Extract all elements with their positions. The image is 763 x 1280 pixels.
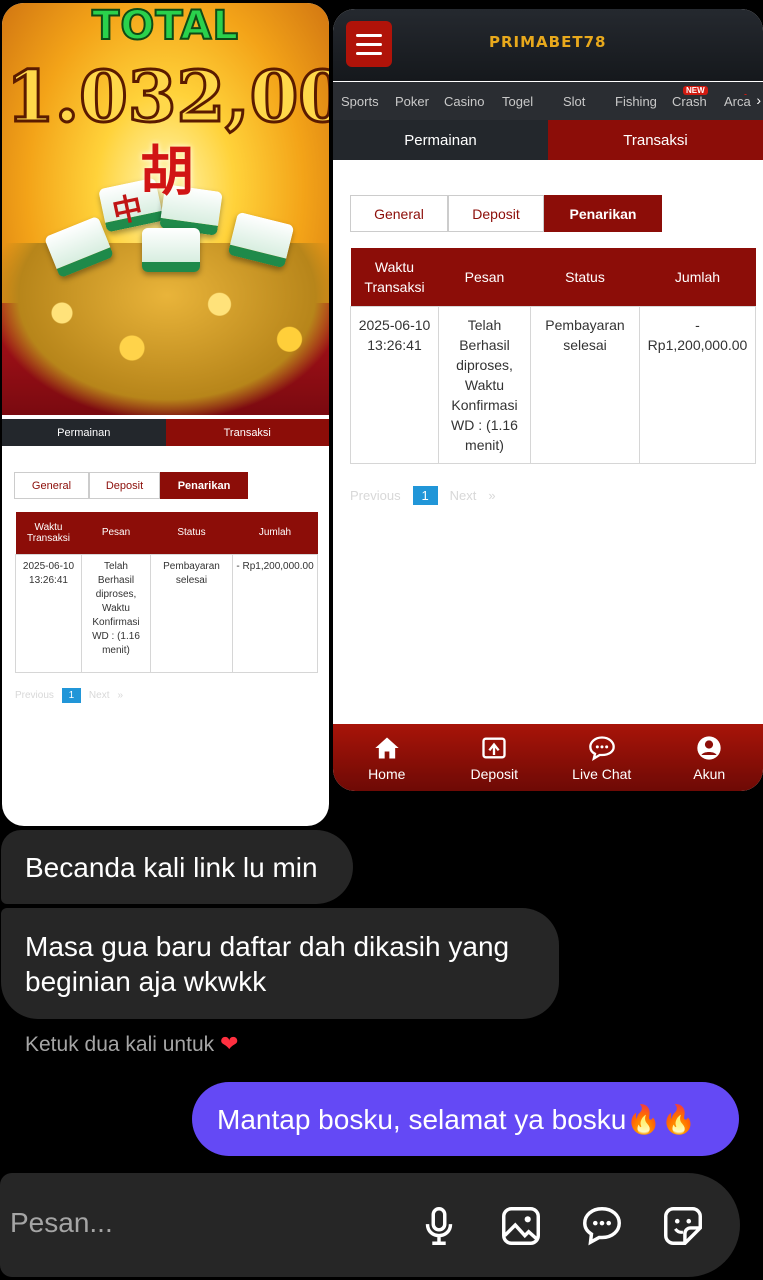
header-pesan: Pesan <box>438 248 531 306</box>
shared-image-left[interactable]: 中 胡 TOTAL 1.032,00 Permainan Transaksi G… <box>2 3 329 826</box>
nav-deposit-button[interactable]: Deposit <box>441 724 549 791</box>
nav-livechat-label: Live Chat <box>572 765 632 782</box>
cell-status: Pembayaran selesai <box>150 553 233 673</box>
site-header: PRIMABET78 <box>333 9 763 81</box>
hamburger-menu-icon[interactable] <box>346 21 392 67</box>
received-message[interactable]: Masa gua baru daftar dah dikasih yang be… <box>1 908 559 1019</box>
cell-waktu: 2025-06-10 13:26:41 <box>350 305 439 464</box>
heart-icon: ❤ <box>219 1031 239 1056</box>
transaction-subtabs: General Deposit Penarikan <box>350 195 662 232</box>
game-category-nav: Sports Poker Casino Togel Slot Fishing N… <box>333 82 763 120</box>
gallery-icon[interactable] <box>498 1203 544 1249</box>
nav-poker[interactable]: Poker <box>395 94 429 109</box>
cell-status: Pembayaran selesai <box>530 305 640 464</box>
transaction-subtabs: General Deposit Penarikan <box>14 472 248 499</box>
pagination-previous[interactable]: Previous <box>350 488 401 503</box>
cell-pesan: Telah Berhasil diproses, Waktu Konfirmas… <box>81 553 151 673</box>
subtab-deposit[interactable]: Deposit <box>89 472 160 499</box>
nav-deposit-label: Deposit <box>470 765 518 782</box>
table-header-row: Waktu Transaksi Pesan Status Jumlah <box>15 512 318 554</box>
promo-total-label: TOTAL <box>91 3 239 50</box>
subtab-penarikan[interactable]: Penarikan <box>544 195 662 232</box>
nav-livechat-button[interactable]: Live Chat <box>548 724 656 791</box>
header-waktu: Waktu Transaksi <box>15 512 82 554</box>
cell-pesan: Telah Berhasil diproses, Waktu Konfirmas… <box>438 305 531 464</box>
nav-home-label: Home <box>368 765 406 782</box>
nav-togel[interactable]: Togel <box>502 94 533 109</box>
message-text: Mantap bosku, selamat ya bosku🔥🔥 <box>217 1103 697 1135</box>
message-composer[interactable]: Pesan... <box>0 1173 740 1277</box>
microphone-icon[interactable] <box>416 1203 462 1249</box>
nav-account-label: Akun <box>693 765 726 782</box>
scroll-right-icon[interactable]: › <box>756 92 761 108</box>
header-jumlah: Jumlah <box>232 512 318 554</box>
nav-crash-label: Crash <box>672 94 707 109</box>
sent-message[interactable]: Mantap bosku, selamat ya bosku🔥🔥 <box>192 1082 739 1156</box>
brand-logo: PRIMABET78 <box>489 33 607 51</box>
nav-crash[interactable]: NEW Crash <box>672 86 708 109</box>
pagination-next[interactable]: Next <box>450 488 477 503</box>
message-input[interactable]: Pesan... <box>10 1207 113 1239</box>
received-message[interactable]: Becanda kali link lu min <box>1 830 353 904</box>
nav-sports[interactable]: Sports <box>341 94 379 109</box>
header-pesan: Pesan <box>81 512 151 554</box>
nav-arcade-label: Arca <box>724 94 751 109</box>
header-status: Status <box>150 512 233 554</box>
table-row: 2025-06-10 13:26:41 Telah Berhasil dipro… <box>350 305 756 464</box>
shared-image-right[interactable]: PRIMABET78 Sports Poker Casino Togel Slo… <box>333 9 763 791</box>
subtab-deposit[interactable]: Deposit <box>448 195 544 232</box>
tab-permainan[interactable]: Permainan <box>2 419 166 446</box>
nav-home-button[interactable]: Home <box>333 724 441 791</box>
header-jumlah: Jumlah <box>639 248 756 306</box>
message-icon[interactable] <box>579 1203 625 1249</box>
pagination: Previous 1 Next » <box>350 486 496 505</box>
tab-transaksi[interactable]: Transaksi <box>165 419 329 446</box>
tab-transaksi[interactable]: Transaksi <box>548 120 763 160</box>
nav-slot[interactable]: Slot <box>563 94 585 109</box>
new-badge: NEW <box>683 86 708 95</box>
cell-jumlah: - Rp1,200,000.00 <box>639 305 756 464</box>
pagination-previous[interactable]: Previous <box>15 690 54 701</box>
sticker-icon[interactable] <box>660 1203 706 1249</box>
pagination: Previous 1 Next » <box>15 688 123 703</box>
nav-arcade[interactable]: ! Arca <box>724 94 752 109</box>
cell-waktu: 2025-06-10 13:26:41 <box>15 553 82 673</box>
nav-account-button[interactable]: Akun <box>656 724 763 791</box>
subtab-general[interactable]: General <box>350 195 448 232</box>
double-tap-hint: Ketuk dua kali untuk ❤ <box>25 1031 238 1057</box>
home-icon <box>375 737 399 758</box>
pagination-next-arrow[interactable]: » <box>117 690 123 701</box>
subtab-penarikan[interactable]: Penarikan <box>160 472 248 499</box>
header-waktu: Waktu Transaksi <box>350 248 439 306</box>
table-header-row: Waktu Transaksi Pesan Status Jumlah <box>350 248 756 306</box>
withdrawal-table: Waktu Transaksi Pesan Status Jumlah 2025… <box>15 512 318 673</box>
mahjong-tile <box>142 228 200 272</box>
header-status: Status <box>530 248 640 306</box>
hu-character: 胡 <box>140 139 194 203</box>
pagination-next-arrow[interactable]: » <box>488 488 495 503</box>
chat-icon <box>588 735 615 761</box>
deposit-icon <box>482 737 506 758</box>
subtab-general[interactable]: General <box>14 472 89 499</box>
new-badge: ! <box>744 94 747 95</box>
main-tabs: Permainan Transaksi <box>333 120 763 160</box>
message-text: Becanda kali link lu min <box>25 851 318 883</box>
promo-total-amount: 1.032,00 <box>5 54 329 140</box>
tab-permainan[interactable]: Permainan <box>333 120 548 160</box>
bottom-navigation: Home Deposit Live Chat Akun <box>333 724 763 791</box>
main-tabs: Permainan Transaksi <box>2 419 329 446</box>
nav-casino[interactable]: Casino <box>444 94 484 109</box>
pagination-page-1[interactable]: 1 <box>61 688 81 703</box>
message-text: Masa gua baru daftar dah dikasih yang be… <box>25 930 510 997</box>
account-icon <box>697 735 721 760</box>
withdrawal-table: Waktu Transaksi Pesan Status Jumlah 2025… <box>350 248 756 464</box>
nav-fishing[interactable]: Fishing <box>615 94 657 109</box>
table-row: 2025-06-10 13:26:41 Telah Berhasil dipro… <box>15 553 318 673</box>
pagination-next[interactable]: Next <box>89 690 110 701</box>
cell-jumlah: - Rp1,200,000.00 <box>232 553 318 673</box>
double-tap-hint-text: Ketuk dua kali untuk <box>25 1033 215 1056</box>
jackpot-promo-image: 中 胡 TOTAL 1.032,00 <box>2 3 329 415</box>
pagination-page-1[interactable]: 1 <box>412 486 438 505</box>
